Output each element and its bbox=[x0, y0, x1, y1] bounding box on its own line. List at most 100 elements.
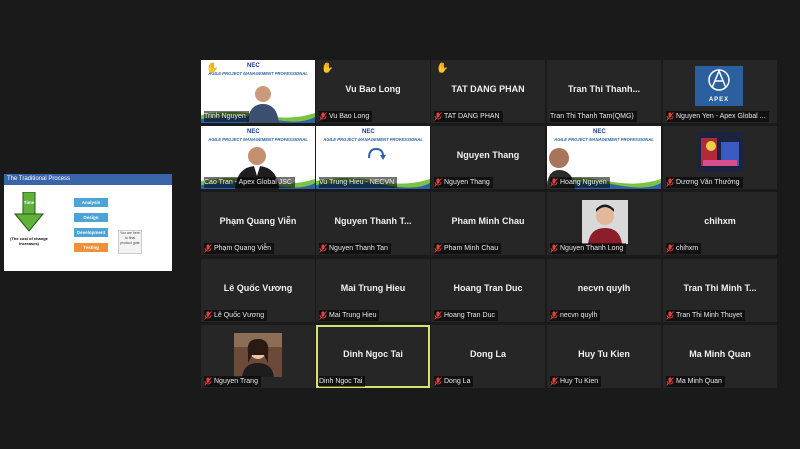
apex-logo: APEX bbox=[695, 66, 743, 106]
participant-tile[interactable]: Ma Minh Quan Ma Minh Quan bbox=[663, 325, 777, 388]
participant-name-label: Nguyen Thanh Tan bbox=[319, 243, 391, 254]
participant-name-label: Cao Tran - Apex Global JSC bbox=[204, 177, 295, 188]
participant-tile[interactable]: Pham Minh Chau Pham Minh Chau bbox=[431, 192, 545, 255]
participant-display-name: Nguyen Thanh T... bbox=[334, 216, 412, 226]
mic-muted-icon bbox=[666, 244, 674, 253]
slide-subtitle: AGILE PROJECT MANAGEMENT PROFESSIONAL bbox=[554, 137, 654, 142]
participant-name-label: necvn quylh bbox=[550, 310, 601, 321]
mic-muted-icon bbox=[319, 112, 327, 121]
participant-display-name: Dong La bbox=[470, 349, 506, 359]
profile-picture bbox=[234, 333, 282, 377]
participant-name-label: Vu Bao Long bbox=[319, 111, 373, 122]
participant-tile[interactable]: Nguyen Thanh T... Nguyen Thanh Tan bbox=[316, 192, 430, 255]
participant-name-label: Mai Trung Hieu bbox=[319, 310, 380, 321]
shared-slide-title: The Traditional Process bbox=[4, 174, 172, 185]
participant-tile[interactable]: NEC AGILE PROJECT MANAGEMENT PROFESSIONA… bbox=[201, 60, 315, 123]
mic-muted-icon bbox=[550, 377, 558, 386]
participant-display-name: Tran Thi Minh T... bbox=[683, 283, 757, 293]
participant-name-label: Phạm Quang Viễn bbox=[204, 243, 275, 254]
participant-display-name: necvn quylh bbox=[577, 283, 631, 293]
participant-tile[interactable]: NEC AGILE PROJECT MANAGEMENT PROFESSIONA… bbox=[547, 126, 661, 189]
mic-muted-icon bbox=[204, 244, 212, 253]
shared-screen-thumbnail[interactable]: The Traditional Process Time (The cost o… bbox=[4, 174, 172, 271]
side-note: You are here to final product gate bbox=[118, 230, 142, 254]
participant-name-label: Tran Thi Thanh Tam(QMG) bbox=[550, 111, 637, 122]
mic-muted-icon bbox=[434, 311, 442, 320]
mic-muted-icon bbox=[204, 377, 212, 386]
participant-name-label: Nguyen Trang bbox=[204, 376, 261, 387]
person-silhouette bbox=[247, 86, 279, 123]
cycle-arrow-icon bbox=[368, 147, 386, 160]
participant-display-name: Hoang Tran Duc bbox=[453, 283, 523, 293]
participant-tile[interactable]: Tran Thi Minh T... Tran Thi Minh Thuyet bbox=[663, 259, 777, 322]
participant-tile[interactable]: ✋ Vu Bao Long Vu Bao Long bbox=[316, 60, 430, 123]
mic-muted-icon bbox=[434, 244, 442, 253]
phase-testing: Testing bbox=[74, 243, 108, 252]
time-arrow-icon bbox=[14, 192, 44, 232]
participant-name-label: Tran Thi Minh Thuyet bbox=[666, 310, 746, 321]
mic-muted-icon bbox=[666, 112, 674, 121]
phase-development: Development bbox=[74, 228, 108, 237]
nec-logo: NEC bbox=[362, 129, 375, 135]
participant-name-label: Hoang Tran Duc bbox=[434, 310, 498, 321]
participant-tile[interactable]: Nguyen Trang bbox=[201, 325, 315, 388]
participant-tile[interactable]: chihxm chihxm bbox=[663, 192, 777, 255]
phase-analysis: Analysis bbox=[74, 198, 108, 207]
raised-hand-icon: ✋ bbox=[436, 63, 449, 74]
phase-design: Design bbox=[74, 213, 108, 222]
participant-tile[interactable]: Huy Tu Kien Huy Tu Kien bbox=[547, 325, 661, 388]
participant-tile[interactable]: Phạm Quang Viễn Phạm Quang Viễn bbox=[201, 192, 315, 255]
mic-muted-icon bbox=[434, 377, 442, 386]
mic-muted-icon bbox=[550, 311, 558, 320]
participant-name-label: Nguyen Yen - Apex Global ... bbox=[666, 111, 769, 122]
mic-muted-icon bbox=[434, 178, 442, 187]
participant-tile[interactable]: Nguyen Thanh Long bbox=[547, 192, 661, 255]
participant-tile[interactable]: Dương Văn Thưởng bbox=[663, 126, 777, 189]
mic-muted-icon bbox=[319, 311, 327, 320]
participant-tile[interactable]: APEX Nguyen Yen - Apex Global ... bbox=[663, 60, 777, 123]
participant-tile[interactable]: Hoang Tran Duc Hoang Tran Duc bbox=[431, 259, 545, 322]
participant-tile[interactable]: Lê Quốc Vương Lê Quốc Vương bbox=[201, 259, 315, 322]
participant-display-name: Nguyen Thang bbox=[456, 150, 520, 160]
participant-tile[interactable]: NEC AGILE PROJECT MANAGEMENT PROFESSIONA… bbox=[201, 126, 315, 189]
participant-display-name: Huy Tu Kien bbox=[578, 349, 630, 359]
participant-display-name: Tran Thi Thanh... bbox=[568, 84, 640, 94]
participant-tile[interactable]: Tran Thi Thanh... Tran Thi Thanh Tam(QMG… bbox=[547, 60, 661, 123]
mic-muted-icon bbox=[550, 244, 558, 253]
apex-globe-icon bbox=[708, 69, 730, 91]
mic-muted-icon bbox=[319, 244, 327, 253]
participant-display-name: Pham Minh Chau bbox=[451, 216, 525, 226]
participant-tile-active-speaker[interactable]: Dinh Ngoc Tai Dinh Ngoc Tai bbox=[316, 325, 430, 388]
participant-name-label: Vu Trung Hieu - NECVN bbox=[319, 177, 398, 188]
participant-display-name: Lê Quốc Vương bbox=[223, 283, 293, 293]
time-arrow-label: Time bbox=[23, 200, 35, 205]
profile-picture bbox=[582, 200, 628, 244]
participant-display-name: Mai Trung Hieu bbox=[340, 283, 406, 293]
profile-picture bbox=[697, 132, 743, 172]
participant-name-label: Trinh Nguyen bbox=[204, 111, 249, 122]
nec-logo: NEC bbox=[593, 129, 606, 135]
participant-tile[interactable]: Mai Trung Hieu Mai Trung Hieu bbox=[316, 259, 430, 322]
participant-tile[interactable]: necvn quylh necvn quylh bbox=[547, 259, 661, 322]
participant-name-label: Dong La bbox=[434, 376, 474, 387]
participant-name-label: Nguyen Thanh Long bbox=[550, 243, 627, 254]
mic-muted-icon bbox=[204, 311, 212, 320]
participant-display-name: Phạm Quang Viễn bbox=[219, 216, 297, 226]
participant-name-label: Nguyen Thang bbox=[434, 177, 493, 188]
participant-name-label: Hoang Nguyen bbox=[550, 177, 610, 188]
participant-name-label: chihxm bbox=[666, 243, 702, 254]
participant-tile[interactable]: NEC AGILE PROJECT MANAGEMENT PROFESSIONA… bbox=[316, 126, 430, 189]
participant-name-label: Huy Tu Kien bbox=[550, 376, 602, 387]
participant-name-label: Ma Minh Quan bbox=[666, 376, 725, 387]
participant-name-label: Lê Quốc Vương bbox=[204, 310, 268, 321]
participant-name-label: Dinh Ngoc Tai bbox=[319, 376, 366, 387]
raised-hand-icon: ✋ bbox=[206, 63, 219, 74]
participant-display-name: chihxm bbox=[704, 216, 736, 226]
participant-tile[interactable]: Dong La Dong La bbox=[431, 325, 545, 388]
raised-hand-icon: ✋ bbox=[321, 63, 334, 74]
participant-name-label: Dương Văn Thưởng bbox=[666, 177, 743, 188]
participant-tile[interactable]: Nguyen Thang Nguyen Thang bbox=[431, 126, 545, 189]
mic-muted-icon bbox=[550, 178, 558, 187]
participant-tile[interactable]: ✋ TAT DANG PHAN TAT DANG PHAN bbox=[431, 60, 545, 123]
nec-logo: NEC bbox=[247, 63, 260, 69]
